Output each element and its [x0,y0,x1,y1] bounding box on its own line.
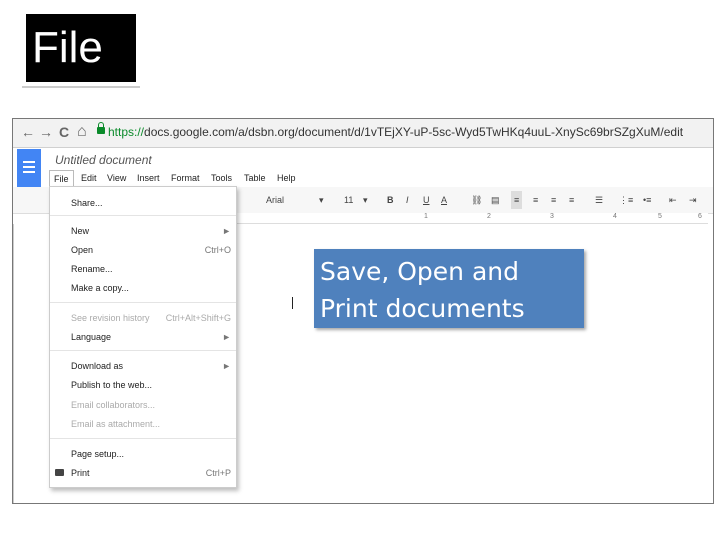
docs-logo-icon[interactable] [17,149,41,187]
bulleted-list-icon[interactable]: •≡ [643,187,651,213]
link-icon[interactable]: ⛓ [471,187,482,213]
callout-box: Save, Open and Print documents [314,249,584,328]
menu-separator [50,438,236,439]
justify-icon[interactable]: ≡ [569,187,574,213]
bold-button[interactable]: B [387,187,394,213]
menu-item-revision-history[interactable]: See revision history Ctrl+Alt+Shift+G [50,309,236,327]
comment-icon[interactable]: ▤ [491,187,500,213]
menu-format[interactable]: Format [171,170,200,186]
italic-button[interactable]: I [406,187,409,213]
reload-icon[interactable]: C [59,124,69,140]
ruler-mark: 4 [613,213,617,220]
menu-item-language[interactable]: Language ► [50,328,236,346]
font-size-dropdown-icon[interactable]: ▾ [363,187,368,213]
font-size-select[interactable]: 11 [344,187,353,213]
menu-item-publish[interactable]: Publish to the web... [50,376,236,394]
ruler-mark: 2 [487,213,491,220]
menu-item-email-collaborators[interactable]: Email collaborators... [50,396,236,414]
font-dropdown-icon[interactable]: ▾ [319,187,324,213]
text-color-button[interactable]: A [441,187,447,213]
menu-file[interactable]: File [49,170,74,187]
increase-indent-icon[interactable]: ⇥ [689,187,697,213]
ruler-mark: 1 [424,213,428,220]
back-icon[interactable]: ← [21,124,35,140]
line-spacing-icon[interactable]: ☰ [595,187,603,213]
print-icon [55,469,64,476]
decrease-indent-icon[interactable]: ⇤ [669,187,677,213]
font-select[interactable]: Arial [266,187,284,213]
menu-item-email-attachment[interactable]: Email as attachment... [50,415,236,433]
numbered-list-icon[interactable]: ⋮≡ [619,187,633,213]
menu-table[interactable]: Table [244,170,266,186]
menu-item-rename[interactable]: Rename... [50,260,236,278]
address-bar[interactable]: https://docs.google.com/a/dsbn.org/docum… [108,124,683,140]
menu-view[interactable]: View [107,170,126,186]
callout-line-1: Save, Open and [320,257,520,286]
menu-item-download-as[interactable]: Download as ► [50,357,236,375]
lock-icon [97,122,105,134]
menu-item-print[interactable]: Print Ctrl+P [50,464,236,482]
ruler-mark: 3 [550,213,554,220]
menu-item-new[interactable]: New ► [50,222,236,240]
ruler-mark: 6 [698,213,702,220]
title-divider [22,86,140,88]
menu-item-make-copy[interactable]: Make a copy... [50,279,236,297]
page-left-edge [13,224,14,503]
menu-tools[interactable]: Tools [211,170,232,186]
menu-item-share[interactable]: Share... [50,194,236,212]
menu-help[interactable]: Help [277,170,296,186]
align-right-icon[interactable]: ≡ [551,187,556,213]
callout-line-2: Print documents [320,294,525,323]
menu-edit[interactable]: Edit [81,170,97,186]
menu-separator [50,215,236,216]
url-scheme: https:// [108,125,145,139]
slide-title: File [26,14,136,82]
menu-item-page-setup[interactable]: Page setup... [50,445,236,463]
ruler[interactable]: 1 2 3 4 5 6 [228,213,708,224]
file-menu-dropdown: Share... New ► Open Ctrl+O Rename... Make … [49,186,237,488]
home-icon[interactable]: ⌂ [77,124,87,140]
underline-button[interactable]: U [423,187,430,213]
ruler-mark: 5 [658,213,662,220]
browser-toolbar: ← → C ⌂ https://docs.google.com/a/dsbn.o… [13,119,713,148]
menu-insert[interactable]: Insert [137,170,160,186]
submenu-arrow-icon: ► [222,332,231,342]
menu-separator [50,302,236,303]
url-text: docs.google.com/a/dsbn.org/document/d/1v… [144,125,684,139]
text-cursor [292,297,293,309]
menu-item-open[interactable]: Open Ctrl+O [50,241,236,259]
document-title[interactable]: Untitled document [55,153,152,167]
align-left-icon[interactable]: ≡ [511,191,523,209]
submenu-arrow-icon: ► [222,226,231,236]
align-center-icon[interactable]: ≡ [533,187,538,213]
menu-separator [50,350,236,351]
submenu-arrow-icon: ► [222,361,231,371]
forward-icon[interactable]: → [39,124,53,140]
